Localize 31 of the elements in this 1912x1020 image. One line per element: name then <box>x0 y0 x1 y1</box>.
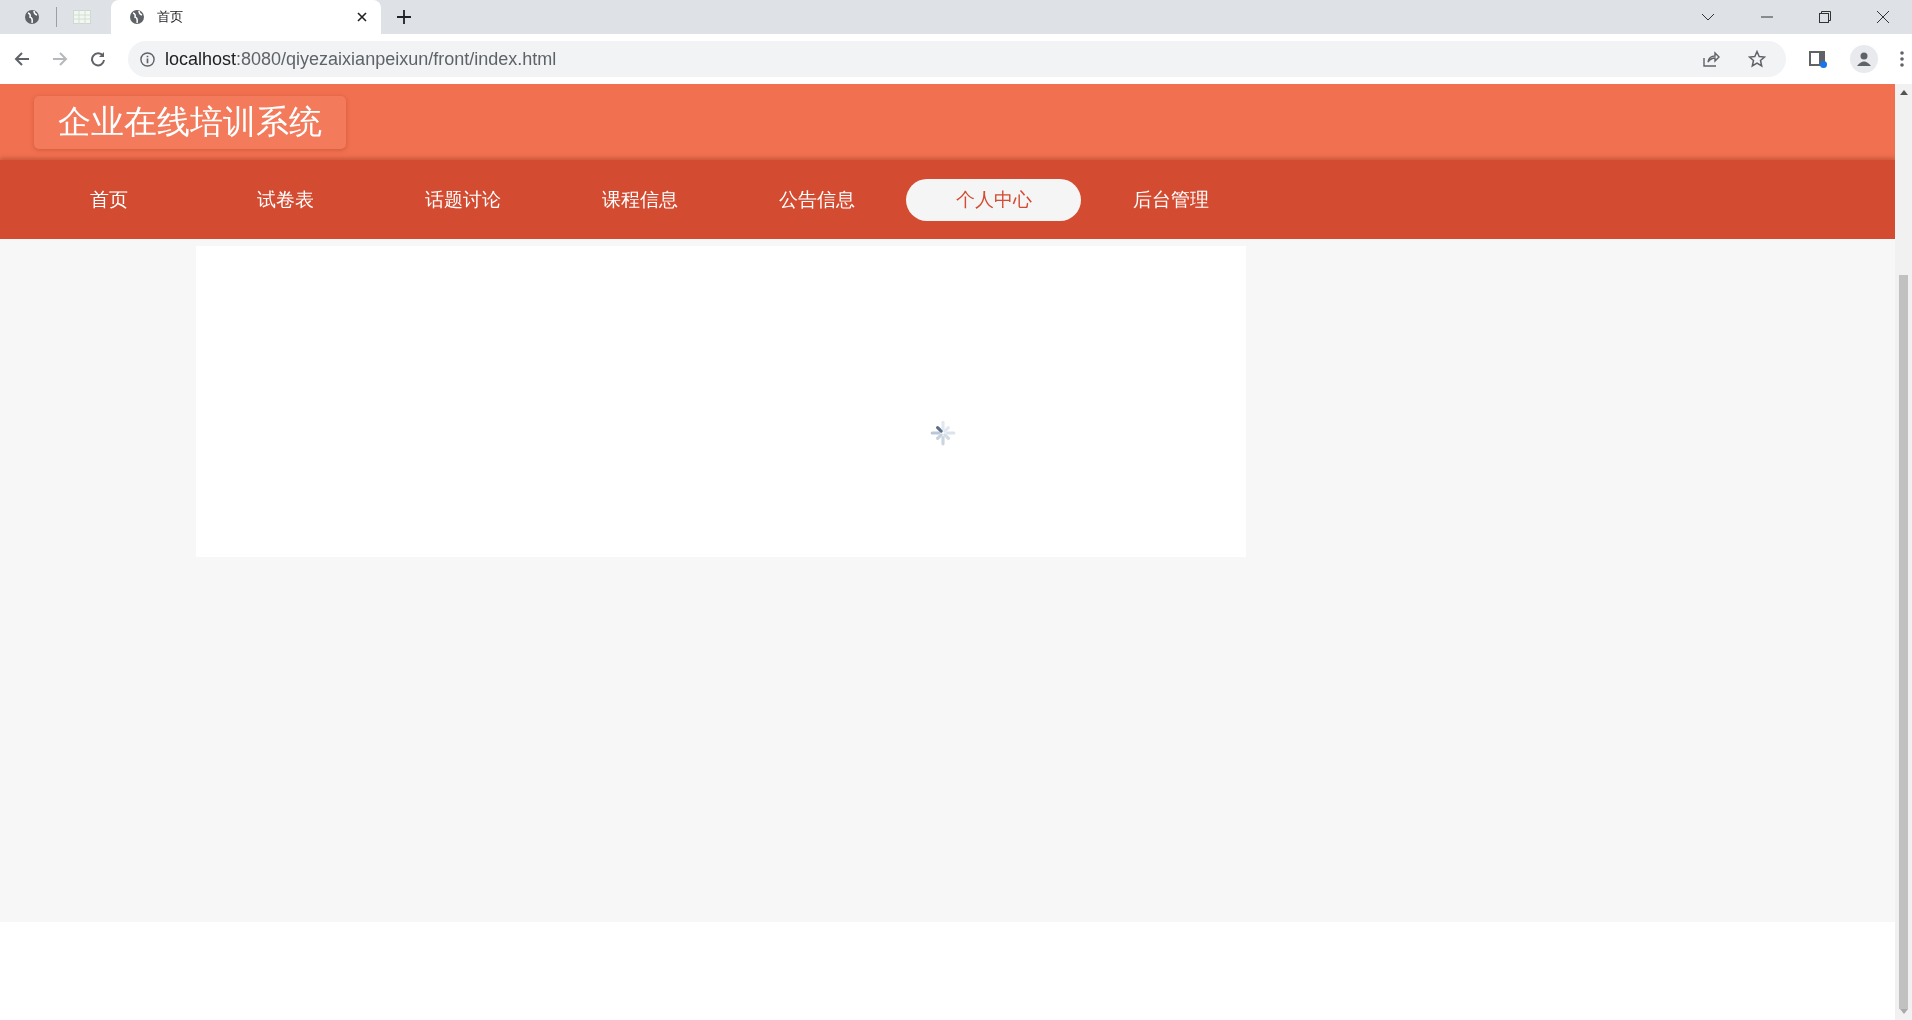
nav-link[interactable]: 个人中心 <box>906 178 1081 221</box>
close-icon[interactable] <box>357 12 367 22</box>
tab-title: 首页 <box>157 8 184 26</box>
url-text: localhost:8080/qiyezaixianpeixun/front/index.html <box>165 48 557 70</box>
nav-link[interactable]: 首页 <box>21 178 196 221</box>
scrollbar-thumb[interactable] <box>1899 275 1908 1009</box>
profile-avatar[interactable] <box>1850 45 1878 73</box>
globe-icon <box>129 9 145 25</box>
nav-link[interactable]: 后台管理 <box>1083 178 1258 221</box>
menu-icon[interactable] <box>1900 51 1904 67</box>
scroll-up-icon[interactable] <box>1899 90 1908 95</box>
close-icon[interactable] <box>1877 11 1889 23</box>
nav-link[interactable]: 话题讨论 <box>375 178 550 221</box>
new-tab-icon[interactable] <box>397 10 411 24</box>
chevron-down-icon[interactable] <box>1701 13 1715 21</box>
share-icon[interactable] <box>1702 50 1720 68</box>
globe-icon <box>24 9 40 25</box>
restore-icon[interactable] <box>1819 11 1831 23</box>
nav-link[interactable]: 公告信息 <box>729 178 904 221</box>
nav-link[interactable]: 课程信息 <box>552 178 727 221</box>
reload-icon[interactable] <box>90 51 106 67</box>
back-arrow-icon[interactable] <box>14 51 30 67</box>
info-icon <box>140 51 155 67</box>
browser-tab[interactable]: 首页 <box>111 0 381 34</box>
star-icon[interactable] <box>1748 50 1766 68</box>
nav-link[interactable]: 试卷表 <box>198 178 373 221</box>
address-bar[interactable]: localhost:8080/qiyezaixianpeixun/front/index.html <box>128 41 1786 77</box>
site-title[interactable]: 企业在线培训系统 <box>34 95 346 149</box>
scrollbar[interactable] <box>1895 84 1912 1020</box>
side-panel-icon[interactable] <box>1808 49 1828 69</box>
spreadsheet-icon <box>73 10 91 24</box>
